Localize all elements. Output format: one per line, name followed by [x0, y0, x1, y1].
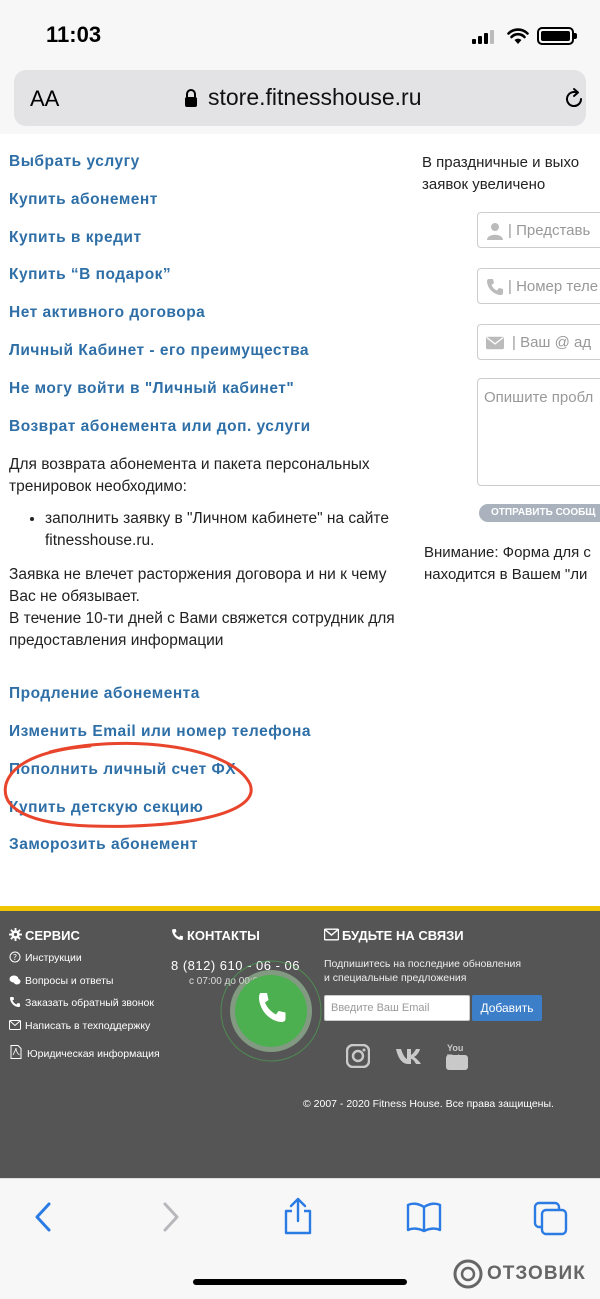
footer-link-label: Инструкции	[25, 952, 82, 964]
otzovik-watermark-text: ОТЗОВИК	[487, 1263, 586, 1284]
footer-link-label: Заказать обратный звонок	[25, 997, 154, 1009]
link-extend[interactable]: Продление абонемента	[9, 685, 200, 703]
newsletter-placeholder: Введите Ваш Email	[331, 1002, 430, 1014]
footer-link-callback[interactable]: Заказать обратный звонок	[9, 996, 154, 1009]
footer-link-legal[interactable]: Юридическая информация	[9, 1045, 160, 1060]
refund-note: Заявка не влечет расторжения договора и …	[9, 566, 387, 605]
refund-contact-note: В течение 10-ти дней с Вами свяжется сот…	[9, 610, 395, 649]
lock-icon	[185, 89, 197, 107]
footer-stay-connected-title: БУДЬТЕ НА СВЯЗИ	[324, 928, 464, 943]
status-bar: 11:03	[0, 0, 600, 66]
text-size-button[interactable]: AA	[30, 86, 59, 112]
send-message-button[interactable]: ОТПРАВИТЬ СООБЩ	[479, 504, 600, 522]
message-textarea[interactable]: Опишите пробл	[477, 378, 600, 486]
phone-placeholder: | Номер теле	[508, 278, 599, 295]
refund-step: заполнить заявку в "Личном кабинете" на …	[45, 508, 409, 552]
reload-icon[interactable]	[562, 87, 586, 111]
youtube-icon[interactable]: You Tube	[446, 1043, 468, 1070]
footer-service-title: СЕРВИС	[9, 928, 80, 943]
home-indicator	[193, 1279, 407, 1285]
phone-input[interactable]: | Номер теле	[477, 268, 600, 304]
holiday-notice-line2: заявок увеличено	[422, 176, 546, 193]
name-placeholder: | Представь	[508, 222, 591, 239]
phone-icon	[10, 997, 20, 1007]
address-bar[interactable]: AA store.fitnesshouse.ru	[14, 70, 586, 126]
subscribe-text: Подпишитесь на последние обновления и сп…	[324, 957, 521, 985]
browser-toolbar: ОТЗОВИК	[0, 1178, 600, 1299]
tabs-icon[interactable]	[533, 1201, 569, 1237]
link-freeze[interactable]: Заморозить абонемент	[9, 836, 198, 854]
phone-icon	[487, 279, 503, 295]
link-choose-service[interactable]: Выбрать услугу	[9, 153, 140, 171]
footer-link-faq[interactable]: Вопросы и ответы	[9, 974, 113, 987]
footer-contacts-title: КОНТАКТЫ	[171, 928, 260, 943]
footer-link-label: Юридическая информация	[27, 1048, 160, 1060]
footer-link-instructions[interactable]: ? Инструкции	[9, 951, 82, 964]
refund-intro: Для возврата абонемента и пакета персона…	[9, 456, 370, 495]
envelope-icon	[9, 1020, 21, 1030]
svg-text:?: ?	[13, 953, 17, 962]
browser-address-area: AA store.fitnesshouse.ru	[0, 66, 600, 134]
otzovik-logo-icon	[453, 1259, 483, 1289]
youtube-label: You Tube	[447, 1043, 468, 1063]
subscribe-line: Подпишитесь на последние обновления	[324, 958, 522, 970]
forward-chevron-icon[interactable]	[154, 1201, 186, 1233]
back-chevron-icon[interactable]	[28, 1201, 60, 1233]
name-input[interactable]: | Представь	[477, 212, 600, 248]
envelope-icon	[324, 928, 339, 941]
message-placeholder: Опишите пробл	[484, 389, 594, 406]
email-placeholder: | Ваш @ ад	[512, 334, 592, 351]
gear-icon	[9, 928, 22, 941]
bookmarks-icon[interactable]	[406, 1201, 442, 1233]
link-topup[interactable]: Пополнить личный счет ФХ	[9, 761, 236, 779]
link-buy-gift[interactable]: Купить “В подарок”	[9, 266, 171, 284]
newsletter-add-button[interactable]: Добавить	[472, 995, 542, 1021]
footer-link-label: Написать в техподдержку	[25, 1020, 151, 1032]
instagram-icon[interactable]	[346, 1044, 370, 1068]
link-buy-credit[interactable]: Купить в кредит	[9, 229, 142, 247]
link-account-benefits[interactable]: Личный Кабинет - его преимущества	[9, 342, 309, 360]
footer-link-label: Вопросы и ответы	[25, 975, 114, 987]
user-icon	[487, 223, 503, 240]
copyright: © 2007 - 2020 Fitness House. Все права з…	[303, 1098, 554, 1110]
refund-steps: заполнить заявку в "Личном кабинете" на …	[9, 508, 409, 552]
url-text[interactable]: store.fitnesshouse.ru	[208, 84, 422, 111]
battery-icon	[537, 27, 577, 45]
form-warning-line2: находится в Вашем "ли	[424, 566, 588, 583]
link-kids-section[interactable]: Купить детскую секцию	[9, 799, 203, 817]
contacts-title-text: КОНТАКТЫ	[187, 928, 260, 943]
floating-call-button[interactable]	[220, 960, 322, 1062]
form-warning-line1: Внимание: Форма для с	[424, 544, 591, 561]
pdf-icon	[10, 1045, 22, 1059]
email-input[interactable]: | Ваш @ ад	[477, 324, 600, 360]
subscribe-line: и специальные предложения	[324, 972, 467, 984]
question-circle-icon: ?	[9, 951, 21, 963]
newsletter-email-input[interactable]: Введите Ваш Email	[324, 995, 470, 1021]
share-icon[interactable]	[281, 1197, 315, 1235]
chat-icon	[9, 975, 21, 985]
link-no-active-contract[interactable]: Нет активного договора	[9, 304, 205, 322]
page-content: Выбрать услугу Купить абонемент Купить в…	[0, 134, 600, 906]
link-cannot-login[interactable]: Не могу войти в "Личный кабинет"	[9, 380, 294, 398]
stay-title-text: БУДЬТЕ НА СВЯЗИ	[342, 928, 464, 943]
footer-accent-line	[0, 906, 600, 911]
link-change-contacts[interactable]: Изменить Email или номер телефона	[9, 723, 311, 741]
phone-icon	[172, 929, 183, 940]
envelope-icon	[486, 336, 504, 350]
status-time: 11:03	[46, 22, 102, 47]
footer-link-support[interactable]: Написать в техподдержку	[9, 1019, 150, 1032]
link-refund[interactable]: Возврат абонемента или доп. услуги	[9, 418, 311, 436]
service-title-text: СЕРВИС	[25, 928, 80, 943]
link-buy-membership[interactable]: Купить абонемент	[9, 191, 158, 209]
cellular-signal-icon	[472, 30, 498, 44]
wifi-icon	[507, 28, 529, 44]
vk-icon[interactable]	[395, 1044, 425, 1068]
holiday-notice-line1: В праздничные и выхо	[422, 154, 580, 171]
